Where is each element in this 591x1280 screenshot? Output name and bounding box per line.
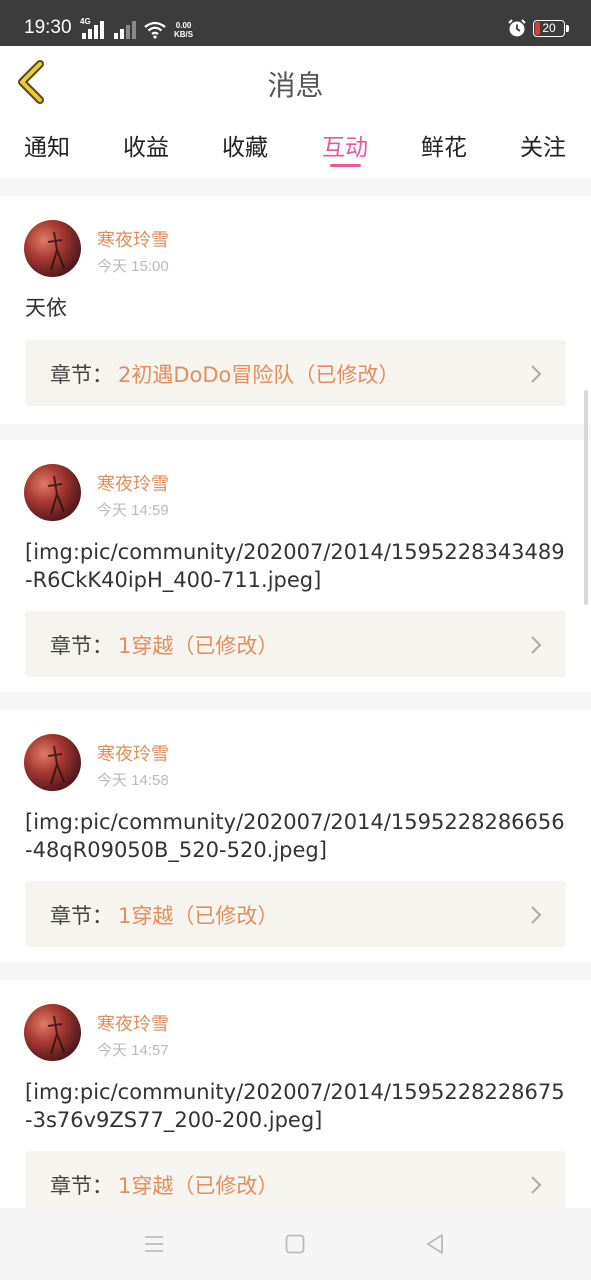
status-time: 19:30 — [24, 17, 72, 38]
tab-following[interactable]: 关注 — [520, 128, 566, 162]
scrollbar[interactable] — [584, 390, 588, 605]
chapter-title: 1穿越（已修改） — [118, 904, 279, 928]
chevron-right-icon — [531, 906, 542, 924]
tab-interactions[interactable]: 互动 — [322, 128, 368, 162]
message-content: [img:pic/community/202007/2014/159522822… — [25, 1080, 565, 1132]
active-tab-indicator — [330, 164, 361, 167]
message-card: 寒夜玲雪 今天 14:59 [img:pic/community/202007/… — [0, 440, 591, 692]
avatar[interactable] — [24, 734, 81, 791]
user-name[interactable]: 寒夜玲雪 — [97, 1010, 169, 1036]
message-content: [img:pic/community/202007/2014/159522828… — [25, 810, 565, 862]
status-bar: 19:30 4G 0.00 KB/S 20 — [0, 0, 591, 46]
user-name[interactable]: 寒夜玲雪 — [97, 470, 169, 496]
tab-favorites[interactable]: 收藏 — [222, 128, 268, 162]
avatar[interactable] — [24, 1004, 81, 1061]
message-card: 寒夜玲雪 今天 14:57 [img:pic/community/202007/… — [0, 980, 591, 1217]
battery-icon: 20 — [533, 19, 569, 37]
message-time: 今天 15:00 — [97, 258, 169, 275]
network-label: 4G — [80, 17, 91, 26]
system-nav-bar — [0, 1208, 591, 1280]
menu-icon[interactable] — [142, 1232, 166, 1256]
message-card: 寒夜玲雪 今天 14:58 [img:pic/community/202007/… — [0, 710, 591, 962]
chapter-label: 章节： — [50, 363, 113, 387]
chapter-title: 1穿越（已修改） — [118, 1174, 279, 1198]
tab-earnings[interactable]: 收益 — [123, 128, 169, 162]
page-title: 消息 — [267, 69, 324, 102]
message-content: [img:pic/community/202007/2014/159522834… — [25, 540, 565, 592]
tab-notifications[interactable]: 通知 — [24, 128, 70, 162]
signal-sim2-icon — [112, 19, 136, 39]
alarm-icon — [508, 19, 526, 37]
tab-bar: 通知 收益 收藏 互动 鲜花 关注 — [0, 118, 591, 178]
message-time: 今天 14:58 — [97, 772, 169, 789]
chapter-link[interactable]: 章节： 1穿越（已修改） — [25, 611, 566, 677]
chapter-title: 2初遇DoDo冒险队（已修改） — [118, 363, 400, 387]
wifi-icon — [144, 21, 166, 39]
header: 消息 — [0, 46, 591, 118]
network-speed: 0.00 KB/S — [174, 21, 193, 39]
user-name[interactable]: 寒夜玲雪 — [97, 226, 169, 252]
speed-unit: KB/S — [174, 30, 194, 39]
chapter-label: 章节： — [50, 904, 113, 928]
home-icon[interactable] — [283, 1232, 307, 1256]
tab-flowers[interactable]: 鲜花 — [421, 128, 467, 162]
message-time: 今天 14:57 — [97, 1042, 169, 1059]
message-time: 今天 14:59 — [97, 502, 169, 519]
status-icons: 4G 0.00 KB/S — [80, 17, 193, 39]
chevron-right-icon — [531, 365, 542, 383]
chevron-right-icon — [531, 1176, 542, 1194]
signal-4g-icon: 4G — [80, 17, 104, 39]
back-nav-icon[interactable] — [423, 1232, 447, 1256]
message-content: 天依 — [25, 296, 67, 320]
chapter-link[interactable]: 章节： 1穿越（已修改） — [25, 881, 566, 947]
chapter-title: 1穿越（已修改） — [118, 634, 279, 658]
user-name[interactable]: 寒夜玲雪 — [97, 740, 169, 766]
chapter-label: 章节： — [50, 634, 113, 658]
battery-level: 20 — [542, 21, 556, 35]
chapter-label: 章节： — [50, 1174, 113, 1198]
message-card: 寒夜玲雪 今天 15:00 天依 章节： 2初遇DoDo冒险队（已修改） — [0, 196, 591, 424]
chevron-right-icon — [531, 636, 542, 654]
speed-value: 0.00 — [175, 21, 192, 30]
avatar[interactable] — [24, 220, 81, 277]
avatar[interactable] — [24, 464, 81, 521]
status-right: 20 — [507, 18, 569, 38]
chapter-link[interactable]: 章节： 2初遇DoDo冒险队（已修改） — [25, 340, 566, 406]
